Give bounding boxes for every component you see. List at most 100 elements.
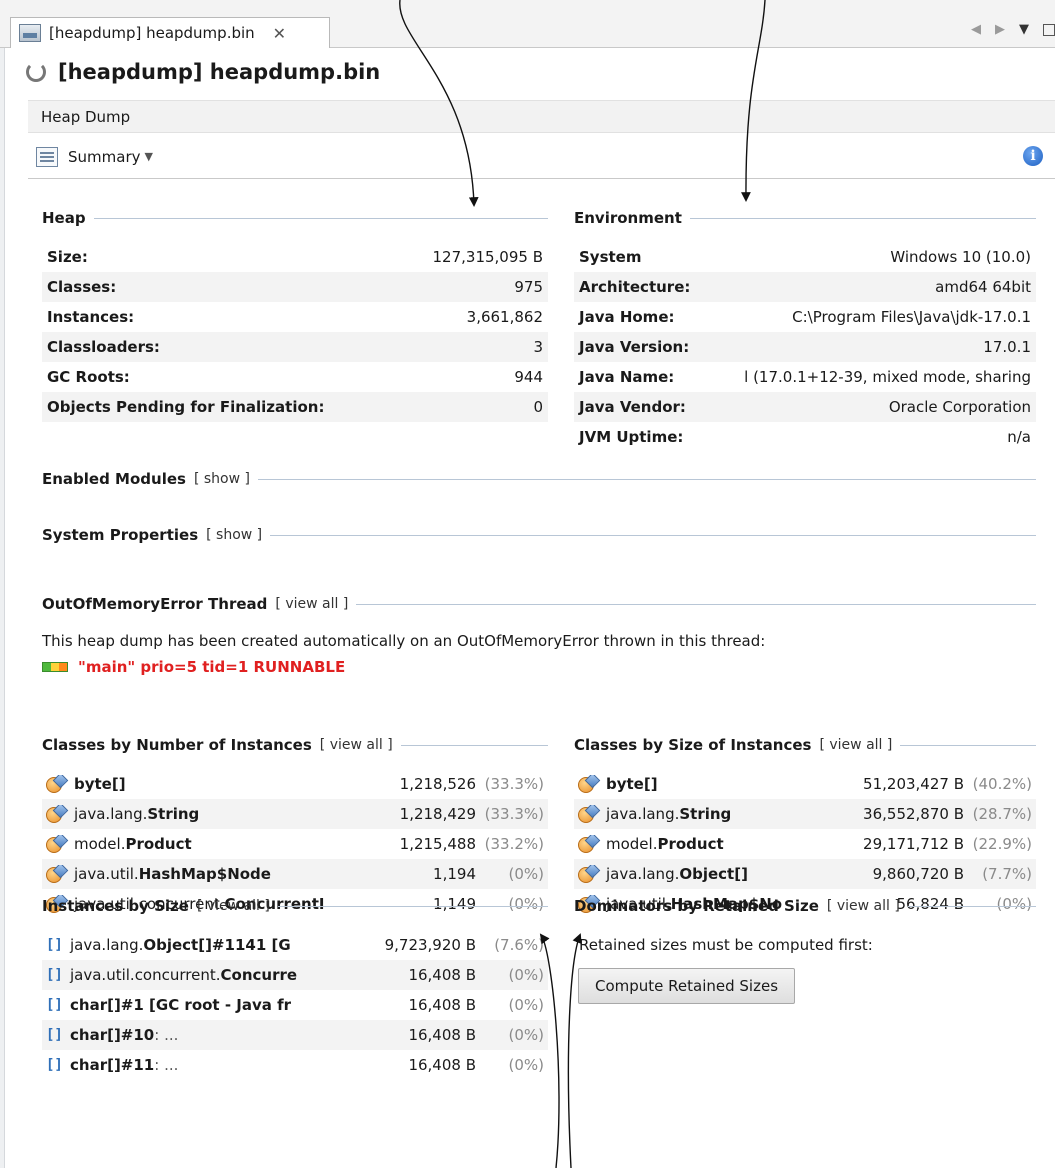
heap-row: GC Roots: 944 <box>42 362 548 392</box>
classes_by_count-row[interactable]: byte[] 1,218,526 (33.3%) <box>42 769 548 799</box>
classes-by-count-view-all-link[interactable]: [ view all ] <box>320 737 393 753</box>
heap-dump-label: Heap Dump <box>41 107 131 126</box>
heap-row-label: Classloaders: <box>47 338 160 356</box>
heap-row: Size: 127,315,095 B <box>42 242 548 272</box>
heap-row-label: Objects Pending for Finalization: <box>47 398 325 416</box>
instance-suffix: : ... <box>154 1026 179 1044</box>
classes_by_size-value: 29,171,712 B <box>863 835 964 853</box>
environment-row-value: n/a <box>1007 428 1031 446</box>
instances_by_size-row[interactable]: [] char[]#1 [GC root - Java fr 16,408 B (0%… <box>42 990 548 1020</box>
heap-row-value: 0 <box>533 398 543 416</box>
tab-close-icon[interactable]: ✕ <box>273 24 286 43</box>
section-divider <box>93 217 548 219</box>
classes_by_count-row[interactable]: java.lang. String 1,218,429 (33.3%) <box>42 799 548 829</box>
class-icon <box>578 835 598 853</box>
classes-by-size-view-all-link[interactable]: [ view all ] <box>819 737 892 753</box>
next-tab-icon[interactable]: ▶ <box>995 22 1005 37</box>
environment-row: Java Home: C:\Program Files\Java\jdk-17.0… <box>574 302 1036 332</box>
instances_by_size-row[interactable]: [] java.util.concurrent. Concurre 16,408 B (… <box>42 960 548 990</box>
class-simple-name: char[]#11 <box>70 1056 155 1074</box>
class-name: java.util. HashMap$Node <box>46 865 346 883</box>
heap-row-value: 3,661,862 <box>466 308 543 326</box>
instances_by_size-row[interactable]: [] char[]#10 : ... 16,408 B (0%) <box>42 1020 548 1050</box>
enabled-modules-show-link[interactable]: [ show ] <box>194 471 250 487</box>
environment-row-value: amd64 64bit <box>935 278 1031 296</box>
instances_by_size-value: 16,408 B <box>408 996 476 1014</box>
class-simple-name: Product <box>125 835 192 853</box>
section-divider <box>907 905 1036 907</box>
classes_by_size-percent: (22.9%) <box>972 835 1032 853</box>
previous-tab-icon[interactable]: ◀ <box>971 22 981 37</box>
class-name: [] char[]#11 : ... <box>46 1056 336 1074</box>
tab-menu-icon[interactable]: ▼ <box>1019 22 1029 37</box>
environment-table: System Windows 10 (10.0) Architecture: amd6… <box>574 242 1036 452</box>
heap-row-label: Size: <box>47 248 88 266</box>
instances-by-size-view-all-link[interactable]: [ view all ] <box>197 898 270 914</box>
dominators-section: Dominators by Retained Size [ view all ]… <box>574 896 1036 1004</box>
section-divider <box>257 478 1036 480</box>
class-simple-name: HashMap$Node <box>138 865 271 883</box>
dominators-view-all-link[interactable]: [ view all ] <box>827 898 900 914</box>
environment-title: Environment <box>574 209 682 227</box>
instances_by_size-row[interactable]: [] java.lang. Object[]#1141 [G 9,723,920 B (… <box>42 930 548 960</box>
instance-icon: [] <box>46 1027 63 1043</box>
class-simple-name: byte[] <box>74 775 126 793</box>
classes_by_count-value: 1,218,429 <box>399 805 476 823</box>
classes_by_size-row[interactable]: model. Product 29,171,712 B (22.9%) <box>574 829 1036 859</box>
instances_by_size-value: 16,408 B <box>408 1056 476 1074</box>
environment-row: Java Vendor: Oracle Corporation <box>574 392 1036 422</box>
section-divider <box>356 603 1036 605</box>
heap-row-label: GC Roots: <box>47 368 130 386</box>
class-icon <box>578 865 598 883</box>
class-name: byte[] <box>46 775 346 793</box>
section-divider <box>900 744 1036 746</box>
view-dropdown[interactable]: Summary <box>68 148 141 166</box>
class-name: model. Product <box>578 835 788 853</box>
classes_by_count-row[interactable]: java.util. HashMap$Node 1,194 (0%) <box>42 859 548 889</box>
instance-suffix: : ... <box>154 1056 179 1074</box>
info-icon[interactable]: i <box>1023 146 1043 166</box>
page-title-text: [heapdump] heapdump.bin <box>58 60 381 84</box>
class-package: java.util.concurrent. <box>70 966 221 984</box>
chevron-down-icon[interactable]: ▼ <box>145 150 153 163</box>
classes_by_size-row[interactable]: byte[] 51,203,427 B (40.2%) <box>574 769 1036 799</box>
instances_by_size-row[interactable]: [] char[]#11 : ... 16,408 B (0%) <box>42 1050 548 1080</box>
heapdump-tab[interactable]: [heapdump] heapdump.bin ✕ <box>10 17 330 48</box>
class-simple-name: Concurre <box>220 966 298 984</box>
instance-icon: [] <box>46 1057 63 1073</box>
class-icon <box>46 835 66 853</box>
class-simple-name: String <box>679 805 732 823</box>
classes_by_size-row[interactable]: java.lang. Object[] 9,860,720 B (7.7%) <box>574 859 1036 889</box>
classes_by_count-row[interactable]: model. Product 1,215,488 (33.2%) <box>42 829 548 859</box>
instances-by-size-title: Instances by Size <box>42 897 189 915</box>
tab-strip-controls: ◀ ▶ ▼ <box>971 22 1055 37</box>
classes_by_size-percent: (7.7%) <box>982 865 1032 883</box>
oom-thread-entry[interactable]: "main" prio=5 tid=1 RUNNABLE <box>42 658 1036 676</box>
environment-row-label: Java Home: <box>579 308 675 326</box>
heap-row-value: 975 <box>514 278 543 296</box>
instances_by_size-value: 16,408 B <box>408 1026 476 1044</box>
oom-thread-view-all-link[interactable]: [ view all ] <box>275 596 348 612</box>
environment-row-label: JVM Uptime: <box>579 428 684 446</box>
class-package: model. <box>606 835 658 853</box>
classes_by_size-percent: (40.2%) <box>972 775 1032 793</box>
system-properties-section: System Properties [ show ] <box>42 525 1036 545</box>
environment-row: JVM Uptime: n/a <box>574 422 1036 452</box>
classes_by_size-row[interactable]: java.lang. String 36,552,870 B (28.7%) <box>574 799 1036 829</box>
class-package: java.lang. <box>74 805 148 823</box>
compute-retained-sizes-button[interactable]: Compute Retained Sizes <box>578 968 796 1004</box>
classes_by_count-percent: (0%) <box>508 865 544 883</box>
class-icon <box>46 865 66 883</box>
enabled-modules-title: Enabled Modules <box>42 470 186 488</box>
system-properties-show-link[interactable]: [ show ] <box>206 527 262 543</box>
heap-row-label: Instances: <box>47 308 135 326</box>
maximize-icon[interactable] <box>1043 24 1055 36</box>
oom-thread-section: OutOfMemoryError Thread [ view all ] Thi… <box>42 594 1036 676</box>
class-name: [] java.util.concurrent. Concurre <box>46 966 336 984</box>
environment-row: Architecture: amd64 64bit <box>574 272 1036 302</box>
heap-row-value: 3 <box>533 338 543 356</box>
heap-table: Size: 127,315,095 B Classes: 975 Instances: 3… <box>42 242 548 422</box>
section-divider <box>270 534 1036 536</box>
classes_by_count-percent: (33.2%) <box>484 835 544 853</box>
system-properties-title: System Properties <box>42 526 199 544</box>
